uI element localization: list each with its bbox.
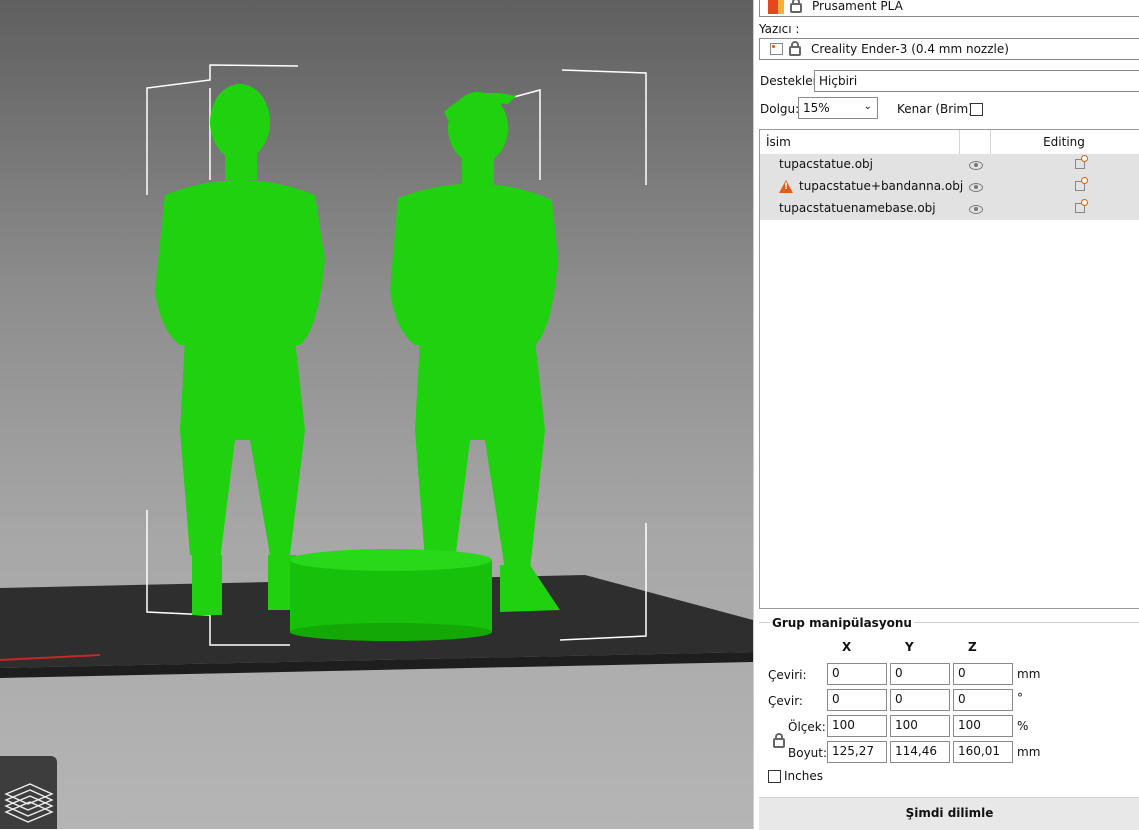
settings-panel: Prusament PLA Yazıcı : Creality Ender-3 … [753, 0, 1139, 830]
printer-select[interactable]: Creality Ender-3 (0.4 mm nozzle) [759, 38, 1139, 60]
supports-label: Destekler: [760, 74, 822, 88]
axis-z-label: Z [968, 640, 977, 654]
rotate-x-input[interactable]: 0 [827, 689, 887, 711]
group-manipulation-title: Grup manipülasyonu [770, 616, 914, 630]
eye-icon[interactable] [969, 161, 983, 170]
filament-color-swatch-2 [778, 0, 784, 14]
layers-view-button[interactable] [0, 756, 57, 829]
printer-value: Creality Ender-3 (0.4 mm nozzle) [811, 42, 1009, 56]
scale-unit: % [1017, 719, 1029, 733]
column-editing-header: Editing [1043, 135, 1085, 149]
size-x-input[interactable]: 125,27 [827, 741, 887, 763]
filament-value: Prusament PLA [812, 0, 903, 13]
edit-settings-icon[interactable] [1075, 199, 1088, 213]
slice-now-button[interactable]: Şimdi dilimle [759, 797, 1139, 830]
supports-select[interactable]: Hiçbiri [814, 70, 1139, 92]
chevron-down-icon: ⌄ [863, 101, 872, 112]
size-y-input[interactable]: 114,46 [890, 741, 950, 763]
list-item[interactable]: tupacstatue+bandanna.obj [760, 176, 1139, 198]
statue-2-model [390, 92, 560, 612]
filament-color-swatch [768, 0, 778, 14]
scale-label: Ölçek: [788, 720, 826, 734]
infill-label: Dolgu: [760, 102, 800, 116]
scale-lock-icon[interactable] [773, 733, 785, 748]
size-z-input[interactable]: 160,01 [953, 741, 1013, 763]
name-base-model [290, 549, 492, 641]
object-list-header: İsim Editing [760, 130, 1139, 155]
lock-icon [789, 41, 801, 56]
translate-z-input[interactable]: 0 [953, 663, 1013, 685]
scale-x-input[interactable]: 100 [827, 715, 887, 737]
translate-y-input[interactable]: 0 [890, 663, 950, 685]
filament-select[interactable]: Prusament PLA [759, 0, 1139, 17]
rotate-z-input[interactable]: 0 [953, 689, 1013, 711]
column-visibility-header [959, 130, 991, 154]
inches-label: Inches [784, 769, 823, 783]
size-unit: mm [1017, 745, 1041, 759]
brim-checkbox[interactable] [970, 103, 983, 116]
list-item[interactable]: tupacstatue.obj [760, 154, 1139, 176]
axis-x-label: X [842, 640, 852, 654]
lock-icon [790, 0, 802, 13]
scale-z-input[interactable]: 100 [953, 715, 1013, 737]
eye-icon[interactable] [969, 205, 983, 214]
translate-label: Çeviri: [768, 668, 807, 682]
infill-select[interactable]: 15% ⌄ [798, 97, 878, 119]
3d-viewport[interactable] [0, 0, 753, 829]
list-item[interactable]: tupacstatuenamebase.obj [760, 198, 1139, 220]
edit-settings-icon[interactable] [1075, 177, 1088, 191]
object-name: tupacstatue.obj [779, 157, 873, 171]
printer-label: Yazıcı : [759, 22, 800, 36]
axis-y-label: Y [905, 640, 914, 654]
translate-x-input[interactable]: 0 [827, 663, 887, 685]
layers-icon [4, 783, 54, 823]
statue-1-model [155, 84, 325, 615]
supports-value: Hiçbiri [819, 74, 858, 88]
inches-checkbox[interactable] [768, 770, 781, 783]
size-label: Boyut: [788, 746, 828, 760]
scale-y-input[interactable]: 100 [890, 715, 950, 737]
group-manipulation-panel: Grup manipülasyonu X Y Z Çeviri: 0 0 0 m… [759, 616, 1139, 791]
infill-value: 15% [803, 101, 830, 115]
object-name: tupacstatuenamebase.obj [779, 201, 936, 215]
rotate-y-input[interactable]: 0 [890, 689, 950, 711]
edit-settings-icon[interactable] [1075, 155, 1088, 169]
rotate-unit: ° [1017, 691, 1023, 705]
column-name-header: İsim [766, 135, 791, 149]
warning-icon [779, 180, 793, 193]
object-list: İsim Editing tupacstatue.obj tupacstatue… [759, 129, 1139, 609]
rotate-label: Çevir: [768, 694, 803, 708]
object-name: tupacstatue+bandanna.obj [799, 179, 964, 193]
scene-render [0, 64, 753, 678]
translate-unit: mm [1017, 667, 1041, 681]
brim-label: Kenar (Brim): [897, 102, 977, 116]
printer-icon [770, 43, 783, 55]
eye-icon[interactable] [969, 183, 983, 192]
